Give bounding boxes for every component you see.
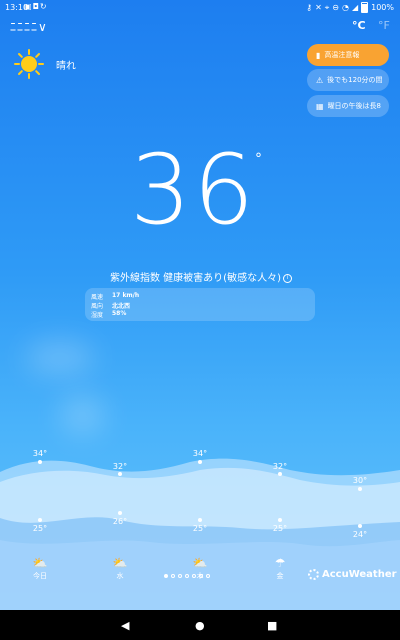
alert-text: 曜日の午後は長8 [327,102,382,110]
detail-value: 58% [112,310,127,317]
detail-row: 風向 北北西 [91,301,309,310]
alert-text: 後でも120分の間 [327,76,383,84]
notification-icon: ◘ [32,2,40,11]
current-temperature: 36 [130,134,257,246]
rain-cloud-icon: ☂ [274,556,286,570]
forecast-high: 32° [272,462,288,471]
forecast-day[interactable]: ☂ 金 [265,555,295,581]
status-bar: 13:10 ▣◘↻ ⚷ ✕ ⌖ ⊖ ◔ ◢ 100% [0,0,400,16]
weather-screen: 13:10 ▣◘↻ ⚷ ✕ ⌖ ⊖ ◔ ◢ 100% ﾆﾆﾆﾆ∨ °C °F 晴… [0,0,400,610]
home-icon[interactable]: ● [195,619,205,632]
unit-celsius-button[interactable]: °C [352,19,366,32]
low-dot [118,511,122,515]
signal-icon: ◢ [351,3,359,12]
condition-label: 晴れ [56,61,76,72]
battery-level: 100% [371,3,394,12]
page-indicator[interactable] [164,574,210,578]
day-label: 水 [116,572,124,580]
detail-value: 北北西 [112,303,131,310]
detail-row: 風速 17 km/h [91,292,309,301]
status-left-icons: ▣◘↻ [24,2,48,11]
forecast-low: 25° [32,524,48,533]
detail-value: 17 km/h [112,292,140,299]
forecast-low: 25° [192,524,208,533]
low-dot [198,518,202,522]
low-dot [358,524,362,528]
back-icon[interactable]: ◀ [121,619,129,632]
sunny-icon [14,49,44,79]
alert-text: 高温注意報 [324,51,360,59]
navigation-bar: ◀ ● ■ [0,610,400,640]
accuweather-logo[interactable]: AccuWeather [308,569,397,580]
degree-symbol: ° [255,151,262,167]
key-icon: ⚷ [306,3,313,12]
high-dot [198,460,202,464]
forecast-high: 34° [192,449,208,458]
page-dot[interactable] [192,574,196,578]
forecast-high: 34° [32,449,48,458]
brand-name: AccuWeather [322,569,397,580]
status-right-icons: ⚷ ✕ ⌖ ⊖ ◔ ◢ 100% [306,2,394,13]
battery-icon [361,2,369,13]
wifi-icon: ◔ [341,3,349,12]
dnd-icon: ⊖ [332,3,339,12]
page-dot[interactable] [171,574,175,578]
sync-icon: ↻ [39,2,48,11]
low-dot [38,518,42,522]
haze-cloud [60,395,105,435]
page-dot[interactable] [185,574,189,578]
alert-chip-calendar[interactable]: ▦ 曜日の午後は長8 [307,95,389,117]
forecast-day[interactable]: ⛅ 水 [105,555,135,581]
high-dot [358,487,362,491]
day-label: 今日 [33,572,47,580]
detail-row: 湿度 58% [91,310,309,319]
partly-sunny-icon: ⛅ [112,556,128,570]
partly-sunny-icon: ⛅ [192,556,208,570]
page-dot[interactable] [178,574,182,578]
screenshot-icon: ▣ [24,2,33,11]
haze-cloud [25,340,95,375]
location-selector[interactable]: ﾆﾆﾆﾆ∨ [10,18,48,35]
high-dot [278,472,282,476]
page-dot[interactable] [164,574,168,578]
high-dot [38,460,42,464]
detail-label: 湿度 [91,312,104,319]
details-card: 風速 17 km/h 風向 北北西 湿度 58% [85,288,315,321]
high-dot [118,472,122,476]
alert-chip-heat[interactable]: ▮ 高温注意報 [307,44,389,66]
unit-fahrenheit-button[interactable]: °F [378,19,390,32]
mute-icon: ✕ [315,3,322,12]
forecast-low: 26° [112,517,128,526]
alert-chip-precip[interactable]: ⚠ 後でも120分の間 [307,69,389,91]
page-dot[interactable] [199,574,203,578]
calendar-icon: ▦ [316,101,324,111]
accuweather-sun-icon [308,569,319,580]
forecast-low: 25° [272,524,288,533]
warning-triangle-icon: ⚠ [316,75,324,85]
forecast-low: 24° [352,530,368,539]
forecast-high: 30° [352,476,368,485]
detail-label: 風向 [91,303,104,310]
uv-index-line[interactable]: 紫外線指数 健康被害あり(敏感な人々) i [110,269,292,284]
page-dot[interactable] [206,574,210,578]
forecast-day[interactable]: ⛅ 今日 [25,555,55,581]
location-icon: ⌖ [324,2,330,12]
partly-sunny-icon: ⛅ [32,556,48,570]
uv-index-text: 紫外線指数 健康被害あり(敏感な人々) [110,273,281,284]
forecast-high: 32° [112,462,128,471]
detail-label: 風速 [91,294,104,301]
low-dot [278,518,282,522]
recents-icon[interactable]: ■ [267,619,277,632]
day-label: 金 [276,572,284,580]
info-icon[interactable]: i [282,273,292,283]
warning-card-icon: ▮ [316,50,321,60]
